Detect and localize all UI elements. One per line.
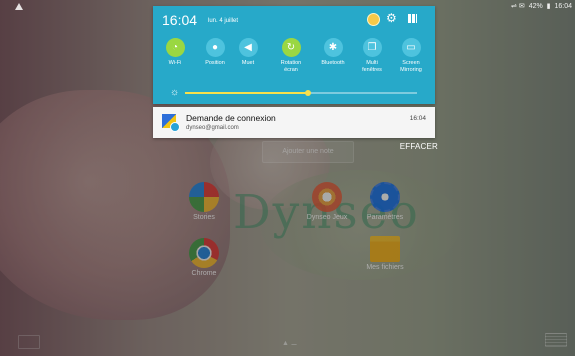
tile-multi-window[interactable]: ❐ Multi fenêtres xyxy=(352,38,392,74)
brightness-track[interactable] xyxy=(185,90,417,96)
badge-icon xyxy=(170,122,180,132)
notification-card[interactable]: Demande de connexion dynseo@gmail.com 16… xyxy=(153,107,435,138)
tile-wifi[interactable]: ◔ Wi-Fi xyxy=(155,38,195,67)
battery-icon: ▮ xyxy=(546,3,551,10)
brightness-thumb[interactable] xyxy=(304,90,311,96)
tile-rotation[interactable]: ↻ Rotation écran xyxy=(271,38,311,74)
tile-muet[interactable]: ◀ Muet xyxy=(228,38,268,67)
multiwindow-icon: ❐ xyxy=(362,38,382,57)
tile-label: Wi-Fi xyxy=(168,60,182,66)
tile-label: Screen Mirroring xyxy=(400,60,422,73)
status-right: ⇌ ✉ 42% ▮ 16:04 xyxy=(509,2,572,10)
location-icon: ● xyxy=(205,38,225,57)
sun-icon[interactable] xyxy=(367,13,380,26)
gear-icon[interactable]: ⚙ xyxy=(386,12,397,24)
brightness-icon: ☼ xyxy=(170,87,180,98)
panel-clock: 16:04 xyxy=(162,12,198,28)
tile-label: Bluetooth xyxy=(321,60,345,66)
tile-label: Rotation écran xyxy=(280,60,302,73)
tile-screen-mirroring[interactable]: ▭ Screen Mirroring xyxy=(391,38,431,74)
wifi-status-icon: ⇌ ✉ xyxy=(511,3,525,10)
status-time: 16:04 xyxy=(554,3,572,10)
battery-percent: 42% xyxy=(528,3,543,10)
tile-bluetooth[interactable]: ✱ Bluetooth xyxy=(313,38,353,67)
notification-title: Demande de connexion xyxy=(186,113,276,123)
brightness-fill xyxy=(185,92,308,94)
notification-time: 16:04 xyxy=(409,115,426,122)
bluetooth-icon: ✱ xyxy=(323,38,343,57)
app-notification-icon xyxy=(162,114,180,132)
screen-mirroring-icon: ▭ xyxy=(401,38,421,57)
brightness-slider[interactable]: ☼ xyxy=(170,88,418,98)
wifi-icon: ◔ xyxy=(165,38,185,57)
panel-date: lun. 4 juillet xyxy=(208,18,239,24)
clear-notifications-button[interactable]: EFFACER xyxy=(390,142,438,151)
tile-label: Muet xyxy=(241,60,255,66)
mute-icon: ◀ xyxy=(238,38,258,57)
grid-icon[interactable] xyxy=(408,14,417,23)
quick-settings-panel: 16:04 lun. 4 juillet ⚙ ◔ Wi-Fi ● Positio… xyxy=(153,6,435,104)
rotation-icon: ↻ xyxy=(281,38,301,57)
alert-icon xyxy=(15,3,23,10)
home-screen: Dynseo Ajouter une note Stories Chrome D… xyxy=(0,0,575,356)
notification-subtitle: dynseo@gmail.com xyxy=(186,125,239,131)
tile-label: Multi fenêtres xyxy=(362,60,382,73)
